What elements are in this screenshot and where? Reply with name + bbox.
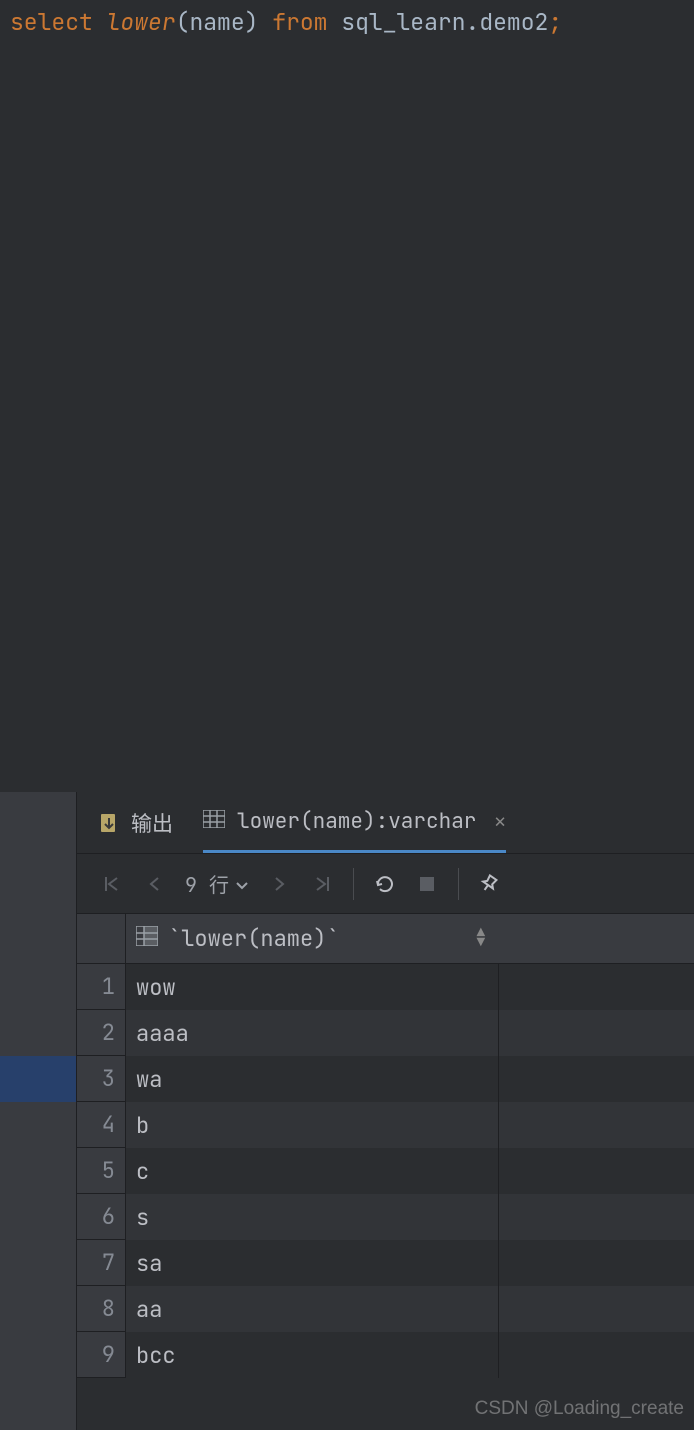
table-name: demo2 <box>479 7 548 37</box>
keyword-select: select <box>10 7 93 37</box>
tab-result-label: lower(name):varchar <box>237 808 476 835</box>
results-content: 输出 lower(name):varchar ✕ 9 行 <box>76 792 694 1430</box>
dot: . <box>466 7 480 37</box>
row-number: 8 <box>77 1286 126 1332</box>
results-tabs: 输出 lower(name):varchar ✕ <box>77 792 694 854</box>
cell-value[interactable]: wa <box>126 1056 499 1102</box>
cell-value[interactable]: c <box>126 1148 499 1194</box>
last-page-button[interactable] <box>301 863 343 905</box>
sql-editor[interactable]: select lower(name) from sql_learn.demo2; <box>0 0 694 740</box>
results-toolbar: 9 行 <box>77 854 694 914</box>
schema-name: sql_learn <box>341 7 465 37</box>
table-row[interactable]: 8aa <box>77 1286 694 1332</box>
row-number: 3 <box>77 1056 126 1102</box>
table-row[interactable]: 1wow <box>77 964 694 1010</box>
table-row[interactable]: 4b <box>77 1102 694 1148</box>
watermark: CSDN @Loading_create <box>475 1398 684 1420</box>
row-number: 5 <box>77 1148 126 1194</box>
cell-value[interactable]: sa <box>126 1240 499 1286</box>
column-header-lower-name[interactable]: `lower(name)` ▲▼ <box>126 914 499 963</box>
table-header-row: `lower(name)` ▲▼ <box>77 914 694 964</box>
left-gutter <box>0 792 76 1430</box>
sort-icon[interactable]: ▲▼ <box>477 929 489 949</box>
row-number: 9 <box>77 1332 126 1378</box>
table-icon <box>203 808 225 835</box>
row-count-label: 9 行 <box>185 869 229 898</box>
semicolon: ; <box>548 7 562 37</box>
cell-value[interactable]: aaaa <box>126 1010 499 1056</box>
row-count-selector[interactable]: 9 行 <box>175 869 259 898</box>
row-number: 4 <box>77 1102 126 1148</box>
results-panel: 输出 lower(name):varchar ✕ 9 行 <box>0 792 694 1430</box>
cell-value[interactable]: aa <box>126 1286 499 1332</box>
first-page-button[interactable] <box>91 863 133 905</box>
row-number: 7 <box>77 1240 126 1286</box>
row-number: 2 <box>77 1010 126 1056</box>
chevron-down-icon <box>235 871 249 897</box>
cell-value[interactable]: bcc <box>126 1332 499 1378</box>
cell-value[interactable]: b <box>126 1102 499 1148</box>
column-type-icon <box>136 924 158 953</box>
table-row[interactable]: 2aaaa <box>77 1010 694 1056</box>
cell-value[interactable]: s <box>126 1194 499 1240</box>
tab-output-label: 输出 <box>131 808 173 838</box>
table-body: 1wow 2aaaa 3wa 4b 5c 6s 7sa 8aa 9bcc <box>77 964 694 1378</box>
tab-output[interactable]: 输出 <box>99 808 173 838</box>
toolbar-divider <box>353 868 354 900</box>
table-row[interactable]: 6s <box>77 1194 694 1240</box>
prev-page-button[interactable] <box>133 863 175 905</box>
toolbar-divider-2 <box>458 868 459 900</box>
table-row[interactable]: 9bcc <box>77 1332 694 1378</box>
reload-button[interactable] <box>364 863 406 905</box>
keyword-from: from <box>272 7 327 37</box>
cell-value[interactable]: wow <box>126 964 499 1010</box>
stop-button[interactable] <box>406 863 448 905</box>
panel-splitter[interactable] <box>0 740 694 792</box>
gutter-highlight <box>0 1056 76 1102</box>
next-page-button[interactable] <box>259 863 301 905</box>
close-icon[interactable]: ✕ <box>494 809 505 834</box>
function-lower: lower <box>107 7 176 37</box>
paren-close: ) <box>245 7 259 37</box>
table-row[interactable]: 3wa <box>77 1056 694 1102</box>
row-number: 1 <box>77 964 126 1010</box>
table-row[interactable]: 7sa <box>77 1240 694 1286</box>
table-row[interactable]: 5c <box>77 1148 694 1194</box>
row-number: 6 <box>77 1194 126 1240</box>
output-icon <box>99 812 119 834</box>
row-number-header[interactable] <box>77 914 126 963</box>
column-header-label: `lower(name)` <box>168 924 340 953</box>
column-name: name <box>189 7 244 37</box>
tab-result[interactable]: lower(name):varchar ✕ <box>203 792 506 853</box>
pin-button[interactable] <box>469 863 511 905</box>
paren-open: ( <box>176 7 190 37</box>
